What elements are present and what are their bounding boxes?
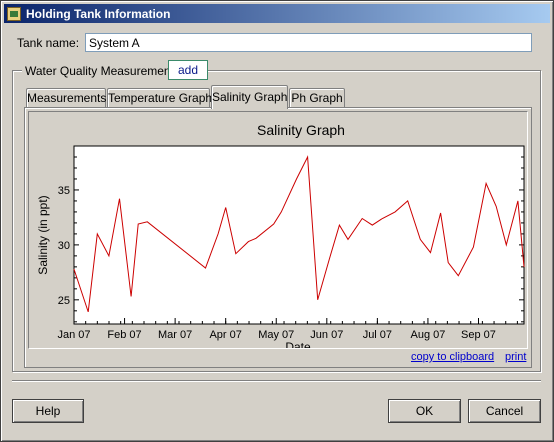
window-title: Holding Tank Information xyxy=(26,6,171,21)
plot-area xyxy=(73,145,525,325)
tank-name-label: Tank name: xyxy=(17,36,80,50)
print-link[interactable]: print xyxy=(505,351,526,363)
x-tick-label: Jan 07 xyxy=(57,329,90,341)
y-axis-title: Salinity (in ppt) xyxy=(36,195,50,274)
tab-ph-graph[interactable]: Ph Graph xyxy=(289,88,345,108)
water-quality-group-label: Water Quality Measurements xyxy=(22,64,183,78)
y-tick-label: 25 xyxy=(58,295,70,307)
x-tick-label: Mar 07 xyxy=(158,329,192,341)
y-tick-label: 35 xyxy=(58,185,70,197)
tab-salinity-graph[interactable]: Salinity Graph xyxy=(211,85,288,109)
dialog-window: Holding Tank Information Tank name: Syst… xyxy=(0,0,554,442)
separator xyxy=(12,380,541,382)
cancel-button[interactable]: Cancel xyxy=(468,399,541,423)
chart-title: Salinity Graph xyxy=(257,122,345,138)
x-tick-label: Jul 07 xyxy=(363,329,392,341)
tab-measurements[interactable]: Measurements xyxy=(26,88,106,108)
salinity-chart: Salinity Graph 25 30 35 Jan 07 Feb 07 Mar 07… xyxy=(36,122,525,354)
x-tick-label: Jun 07 xyxy=(310,329,343,341)
help-button[interactable]: Help xyxy=(12,399,84,423)
x-tick-label: Sep 07 xyxy=(461,329,496,341)
graph-frame: Salinity Graph 25 30 35 Jan 07 Feb 07 Mar 07… xyxy=(28,111,528,354)
y-tick-label: 30 xyxy=(58,240,70,252)
app-icon xyxy=(7,6,21,21)
x-tick-label: Feb 07 xyxy=(107,329,141,341)
x-tick-label: Apr 07 xyxy=(209,329,241,341)
salinity-tab-panel: Salinity Graph 25 30 35 Jan 07 Feb 07 Mar 07… xyxy=(24,107,532,368)
add-measurement-button[interactable]: add xyxy=(168,60,208,80)
ok-button[interactable]: OK xyxy=(388,399,461,423)
copy-to-clipboard-link[interactable]: copy to clipboard xyxy=(411,351,494,363)
title-bar[interactable]: Holding Tank Information xyxy=(4,4,550,23)
x-axis-title: Date xyxy=(285,340,311,348)
x-tick-label: Aug 07 xyxy=(410,329,445,341)
tab-temperature-graph[interactable]: Temperature Graph xyxy=(107,88,212,108)
tank-name-input[interactable]: System A xyxy=(85,33,532,52)
